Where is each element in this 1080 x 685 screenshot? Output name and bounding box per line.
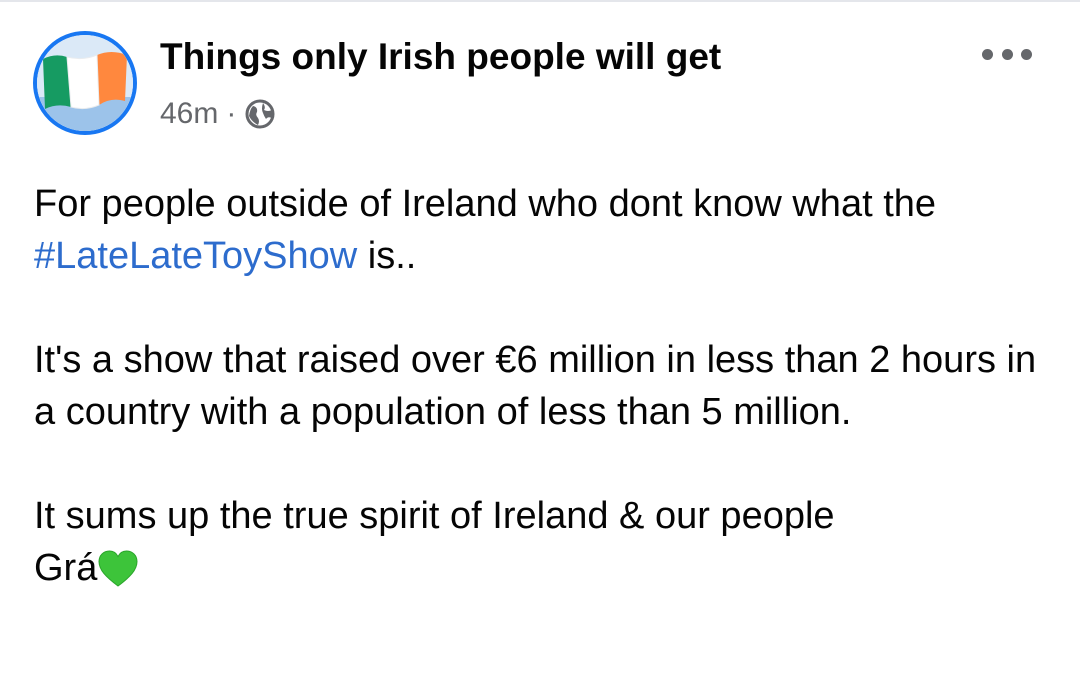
post-text: is.. (357, 235, 417, 277)
meta-separator: · (226, 97, 237, 130)
post-paragraph-2: It's a show that raised over €6 million … (34, 339, 1037, 433)
more-dot (1021, 48, 1032, 60)
post-text: Grá (34, 547, 98, 589)
irish-flag-icon (37, 35, 133, 131)
post-meta: 46m · (160, 94, 276, 134)
post-body: For people outside of Ireland who dont k… (34, 178, 1054, 602)
more-dot (982, 48, 993, 60)
post-paragraph-3: It sums up the true spirit of Ireland & … (34, 490, 1054, 602)
more-options-icon[interactable] (982, 40, 1032, 68)
post-text: For people outside of Ireland who dont k… (34, 183, 937, 225)
post-header: Things only Irish people will get 46m · (0, 0, 1080, 150)
more-dot (1001, 48, 1013, 60)
post-text: It sums up the true spirit of Ireland & … (34, 495, 835, 537)
page-avatar[interactable] (33, 31, 137, 135)
globe-icon[interactable] (244, 98, 276, 130)
post-timestamp[interactable]: 46m (160, 97, 218, 131)
hashtag-link[interactable]: #LateLateToyShow (34, 235, 357, 277)
page-name[interactable]: Things only Irish people will get (160, 36, 721, 78)
post-paragraph-1: For people outside of Ireland who dont k… (34, 178, 1054, 282)
green-heart-icon (98, 550, 138, 602)
